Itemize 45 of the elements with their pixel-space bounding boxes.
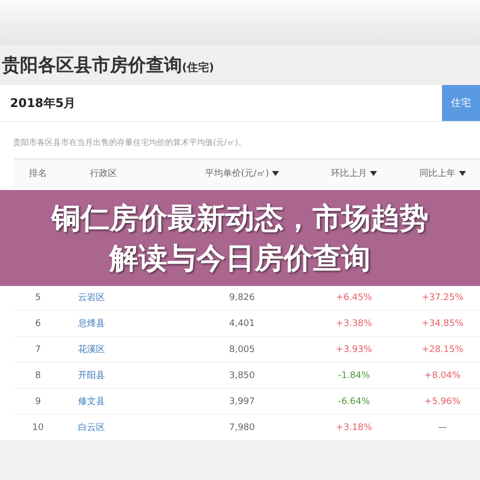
- year-change-cell: +34.85%: [422, 318, 464, 328]
- month-change-cell: -6.64%: [338, 396, 370, 406]
- month-change-cell: -1.84%: [338, 370, 370, 380]
- description-text: 贵阳市各区县市在当月出售的存量住宅均价的算术平均值(元/㎡)。: [12, 137, 247, 149]
- price-cell: 3,850: [229, 370, 255, 380]
- year-change-cell: +8.04%: [424, 370, 461, 380]
- rank-cell: 5: [35, 292, 41, 302]
- caret-icon[interactable]: [370, 170, 377, 176]
- year-change-cell: —: [438, 422, 447, 432]
- district-link[interactable]: 白云区: [78, 423, 105, 433]
- year-change-cell: +37.25%: [422, 292, 464, 302]
- headline-text: 铜仁房价最新动态，市场趋势: [52, 200, 428, 236]
- price-cell: 3,997: [229, 396, 255, 406]
- month-change-cell: +3.38%: [336, 318, 372, 328]
- price-cell: 8,005: [229, 344, 255, 354]
- column-header: 环比上月: [331, 168, 367, 180]
- district-link[interactable]: 花溪区: [78, 345, 105, 355]
- year-change-cell: +5.96%: [424, 396, 461, 406]
- page-title-suffix: (住宅): [182, 60, 214, 74]
- caret-icon[interactable]: [272, 170, 280, 176]
- price-cell: 4,401: [229, 318, 255, 328]
- column-header: 行政区: [90, 168, 117, 180]
- headline-text: 解读与今日房价查询: [110, 240, 370, 276]
- rank-cell: 6: [35, 318, 41, 328]
- page-title: 贵阳各区县市房价查询: [2, 54, 182, 77]
- rank-cell: 10: [32, 422, 44, 432]
- month-change-cell: +6.45%: [336, 292, 372, 302]
- month-change-cell: +3.18%: [336, 422, 372, 432]
- period-label: 2018年5月: [9, 94, 76, 112]
- year-change-cell: +28.15%: [422, 344, 464, 354]
- district-link[interactable]: 开阳县: [78, 371, 105, 381]
- price-cell: 7,980: [229, 422, 255, 432]
- column-header: 平均单价(元/㎡): [204, 168, 270, 180]
- column-header: 同比上年: [420, 168, 456, 180]
- type-button[interactable]: 住宅: [442, 85, 480, 121]
- rank-cell: 7: [35, 344, 41, 354]
- district-link[interactable]: 修文县: [78, 397, 105, 407]
- month-change-cell: +3.93%: [336, 344, 372, 354]
- rank-cell: 8: [35, 370, 41, 380]
- rank-cell: 9: [35, 396, 41, 406]
- column-header: 排名: [29, 168, 47, 180]
- district-link[interactable]: 息烽县: [78, 319, 105, 329]
- district-link[interactable]: 云岩区: [78, 293, 105, 303]
- caret-icon[interactable]: [458, 170, 466, 176]
- price-cell: 9,826: [229, 292, 255, 302]
